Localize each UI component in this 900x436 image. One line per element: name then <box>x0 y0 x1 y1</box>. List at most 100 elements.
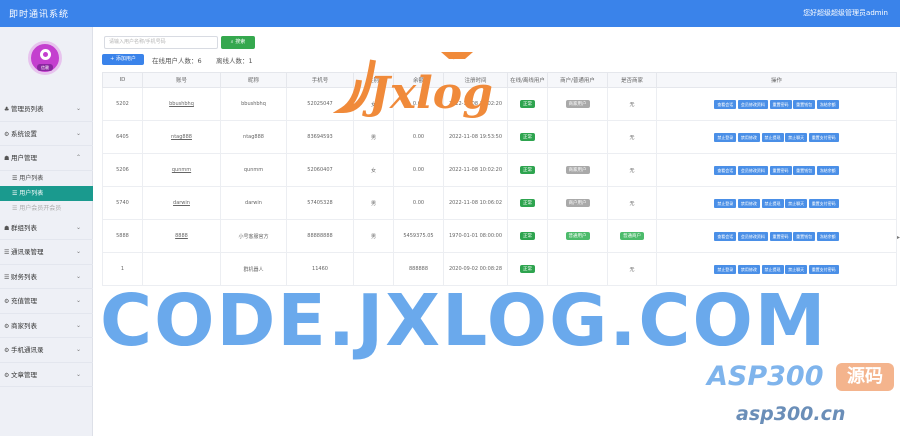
cell-account: darwin <box>142 186 221 220</box>
action-button[interactable]: 禁止聊天 <box>785 198 808 208</box>
cell-id: 6405 <box>102 120 143 154</box>
sidebar-menu: ♣ 管理员列表 ⌄ ⚙ 系统设置 ⌄ ☗ 用户管理 ⌃ ☰ 用户列表 ☰ 用户列表 ☰ 用户会员开会员… <box>0 97 93 387</box>
add-user-button[interactable]: + 添加用户 <box>102 54 144 65</box>
sidebar-item[interactable]: ⚙ 商家列表 ⌄ <box>0 314 93 338</box>
status-badge[interactable]: 正常 <box>520 199 535 207</box>
status-badge[interactable]: 正常 <box>520 100 535 108</box>
cell-time: 2022-11-08 10:06:02 <box>443 186 508 220</box>
action-button[interactable]: 重置支付密码 <box>808 198 839 208</box>
action-button[interactable]: 禁用修改 <box>737 198 760 208</box>
chevron-icon: ⌄ <box>75 297 81 304</box>
chevron-icon: ⌄ <box>75 370 81 378</box>
user-type-badge[interactable]: 普通用户 <box>565 232 590 240</box>
column-header: 在线/离线用户 <box>507 72 548 88</box>
status-badge[interactable]: 正常 <box>520 232 535 240</box>
cell-actions: 查看会话 会员修改资料 重置密码 重置钱包 冻结余额 <box>656 153 897 187</box>
cell-gender: 男 <box>353 186 394 220</box>
action-button[interactable]: 查看会话 <box>714 99 737 109</box>
sidebar-item[interactable]: ☗ 用户管理 ⌃ <box>0 146 93 171</box>
chevron-icon: ⌄ <box>75 272 81 280</box>
sidebar-subitem-label: 用户列表 <box>19 189 44 197</box>
table-row[interactable]: 5740 darwin darwin 57405328 男 0.00 2022-11-08 … <box>102 186 897 220</box>
action-button[interactable]: 冻结余额 <box>816 231 839 241</box>
action-button[interactable]: 禁止提现 <box>761 264 784 274</box>
user-type-badge[interactable]: 商家用户 <box>565 166 590 174</box>
action-button[interactable]: 禁止提现 <box>761 132 784 142</box>
cell-type: 商家用户 <box>547 153 608 187</box>
gear-icon: ⚙ <box>4 371 10 379</box>
chevron-icon: ⌄ <box>75 248 81 255</box>
action-button[interactable]: 重置钱包 <box>793 165 816 175</box>
status-badge[interactable]: 正常 <box>520 133 535 141</box>
sidebar-subitem[interactable]: ☰ 用户列表 <box>0 185 93 201</box>
sidebar-item[interactable]: ⚙ 手机通讯录 ⌄ <box>0 338 93 363</box>
action-button[interactable]: 查看会话 <box>714 231 737 241</box>
list-icon: ☰ <box>4 249 10 256</box>
action-button[interactable]: 冻结余额 <box>816 99 839 109</box>
jxlog-logo-text: Jxlog <box>362 68 493 119</box>
cell-phone: 52060407 <box>286 153 354 187</box>
cell-nick: ntag888 <box>220 120 287 154</box>
action-button[interactable]: 重置密码 <box>769 231 792 241</box>
action-button[interactable]: 冻结余额 <box>816 165 839 175</box>
sidebar-item[interactable]: ⚙ 文章管理 ⌄ <box>0 363 93 387</box>
avatar[interactable]: 信赖 <box>28 41 62 75</box>
user-info[interactable]: 您好超级超级管理员admin <box>803 8 888 18</box>
action-button[interactable]: 重置钱包 <box>793 99 816 109</box>
action-button[interactable]: 禁止登录 <box>714 198 737 208</box>
sidebar-item-label: 管理员列表 <box>11 105 44 113</box>
action-button[interactable]: 禁止登录 <box>714 132 737 142</box>
cell-nick: qunmm <box>220 153 287 187</box>
users-icon: ☗ <box>4 155 10 162</box>
avatar-ring-icon <box>40 49 51 60</box>
cell-phone: 57405328 <box>286 186 354 220</box>
action-button[interactable]: 查看会话 <box>714 165 737 175</box>
column-header: 是否商家 <box>607 72 657 88</box>
user-type-badge[interactable]: 商家用户 <box>565 100 590 108</box>
column-header: 昵称 <box>220 72 287 88</box>
cell-id: 5202 <box>102 87 143 121</box>
action-button[interactable]: 重置支付密码 <box>808 132 839 142</box>
action-button[interactable]: 会员修改资料 <box>737 99 768 109</box>
sidebar-subitem[interactable]: ☰ 用户列表 <box>0 171 93 186</box>
action-button[interactable]: 禁止登录 <box>714 264 737 274</box>
merchant-badge[interactable]: 普通商户 <box>620 232 644 240</box>
chevron-icon: ⌄ <box>75 223 81 231</box>
column-header: ID <box>102 72 143 88</box>
sidebar-item-label: 群组列表 <box>11 223 37 232</box>
sidebar-item[interactable]: ⚙ 系统设置 ⌄ <box>0 122 93 146</box>
table-row[interactable]: 5206 qunmm qunmm 52060407 女 0.00 2022-11-08 10… <box>102 153 897 187</box>
action-button[interactable]: 禁用修改 <box>737 264 760 274</box>
sidebar-subitem[interactable]: ☰ 用户会员开会员 <box>0 201 93 216</box>
sidebar-item[interactable]: ☰ 通讯录管理 ⌄ <box>0 240 93 265</box>
sidebar-item[interactable]: ☰ 财务列表 ⌄ <box>0 265 93 289</box>
action-button[interactable]: 禁止聊天 <box>785 264 808 274</box>
action-button[interactable]: 重置密码 <box>769 99 792 109</box>
cell-online: 正常 <box>507 219 548 253</box>
status-badge[interactable]: 正常 <box>520 265 535 273</box>
cell-online: 正常 <box>507 153 548 187</box>
action-button[interactable]: 禁止聊天 <box>785 132 808 142</box>
cell-account: bbushbhq <box>142 87 221 121</box>
action-button[interactable]: 重置支付密码 <box>808 264 839 274</box>
cell-id: 5206 <box>102 153 143 187</box>
sidebar-item-label: 财务列表 <box>11 272 37 281</box>
action-button[interactable]: 禁用修改 <box>737 132 760 142</box>
wallet-icon: ☰ <box>4 273 10 281</box>
cell-actions: 禁止登录 禁用修改 禁止提现 禁止聊天 重置支付密码 <box>656 120 897 154</box>
sidebar-item[interactable]: ⚙ 充值管理 ⌄ <box>0 289 93 314</box>
sidebar-item[interactable]: ☗ 群组列表 ⌄ <box>0 216 93 240</box>
cell-id: 5888 <box>102 219 143 253</box>
action-button[interactable]: 禁止提现 <box>761 198 784 208</box>
action-button[interactable]: 重置钱包 <box>793 231 816 241</box>
user-type-badge[interactable]: 商户用户 <box>565 199 590 207</box>
search-button[interactable]: ⌕ 搜索 <box>221 36 255 49</box>
search-input[interactable]: 请输入用户名称/手机号码 <box>104 36 218 49</box>
action-button[interactable]: 会员修改资料 <box>737 165 768 175</box>
sidebar-item[interactable]: ♣ 管理员列表 ⌄ <box>0 97 93 122</box>
status-badge[interactable]: 正常 <box>520 166 535 174</box>
action-button[interactable]: 会员修改资料 <box>737 231 768 241</box>
table-row[interactable]: 5888 8888 小号客服官方 88888888 男 5459375.05 1970-01… <box>102 219 897 253</box>
table-row[interactable]: 6405 ntag888 ntag888 83694593 男 0.00 2022-11-0… <box>102 120 897 154</box>
action-button[interactable]: 重置密码 <box>769 165 792 175</box>
